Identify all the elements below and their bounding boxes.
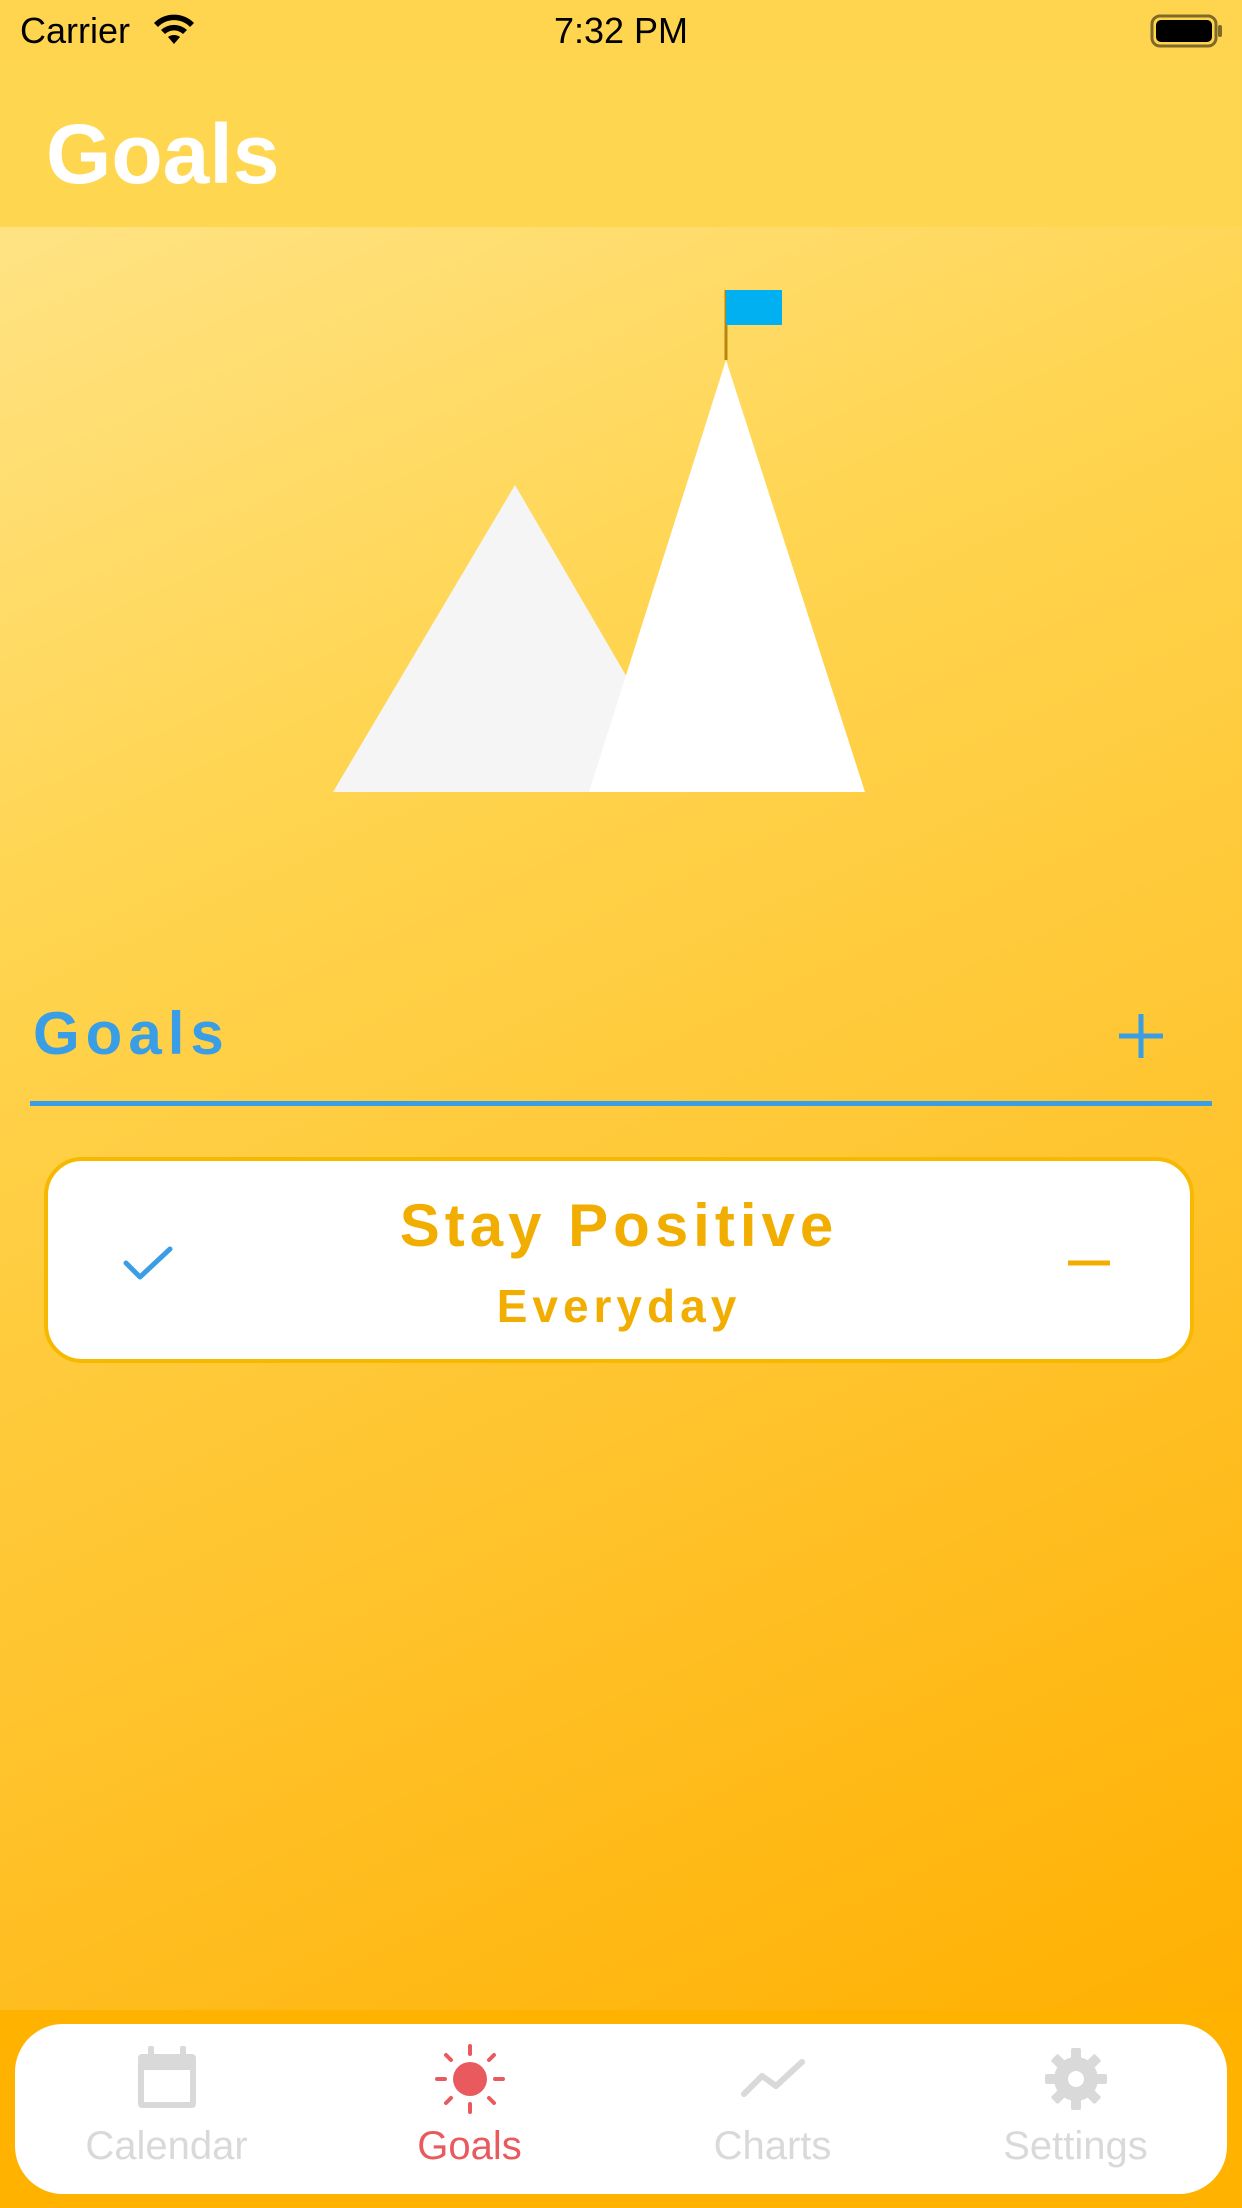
navigation-bar: Goals xyxy=(0,62,1242,227)
tab-charts[interactable]: Charts xyxy=(621,2024,924,2194)
section-divider xyxy=(30,1101,1212,1106)
mountain-illustration xyxy=(333,290,865,792)
tab-goals[interactable]: Goals xyxy=(318,2024,621,2194)
tab-label-settings: Settings xyxy=(1003,2124,1148,2168)
goal-card[interactable]: Stay Positive Everyday xyxy=(44,1157,1194,1363)
battery-icon xyxy=(1150,14,1222,48)
section-title: Goals xyxy=(33,1000,230,1067)
status-time: 7:32 PM xyxy=(553,10,689,51)
goals-content: Goals Stay Positive Everyday xyxy=(0,227,1242,2010)
tab-settings[interactable]: Settings xyxy=(924,2024,1227,2194)
flag-icon xyxy=(726,290,782,325)
tab-bar: Calendar Goals Charts Settings xyxy=(15,2024,1227,2194)
chart-line-icon xyxy=(740,2059,805,2097)
plus-icon xyxy=(1119,1014,1163,1058)
sun-icon xyxy=(434,2044,505,2114)
tab-label-goals: Goals xyxy=(417,2124,522,2168)
goals-section-header: Goals xyxy=(0,959,1242,1099)
page-title: Goals xyxy=(46,107,280,201)
tab-label-calendar: Calendar xyxy=(85,2124,248,2168)
minus-icon[interactable] xyxy=(1058,1233,1120,1293)
goal-frequency: Everyday xyxy=(496,1280,742,1332)
add-goal-button[interactable] xyxy=(1106,1001,1176,1071)
status-bar: Carrier 7:32 PM xyxy=(0,0,1242,62)
goal-title: Stay Positive xyxy=(399,1192,839,1259)
tab-calendar[interactable]: Calendar xyxy=(15,2024,318,2194)
gear-icon xyxy=(1044,2048,1107,2110)
calendar-icon xyxy=(137,2046,196,2108)
tab-label-charts: Charts xyxy=(713,2124,832,2168)
